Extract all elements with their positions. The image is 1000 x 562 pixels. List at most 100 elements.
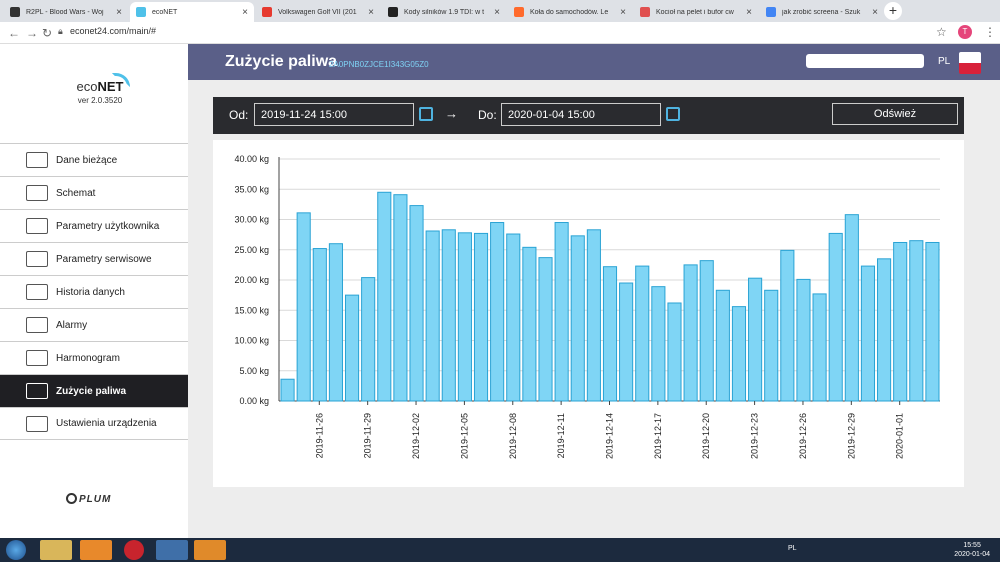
reload-icon[interactable]: ↻ [42,26,52,40]
taskbar-language[interactable]: PL [788,545,797,552]
schema-icon [26,185,48,201]
from-date-input[interactable] [254,103,414,126]
data-bar [280,378,295,402]
data-bar [409,205,424,402]
refresh-button[interactable]: Odśwież [832,103,958,125]
taskbar-clock[interactable]: 15:55 2020-01-04 [954,541,990,559]
tab-favicon-icon [262,7,272,17]
clock-time: 15:55 [963,542,981,549]
data-bar [490,222,505,402]
date-filter-bar: Od: → Do: Odśwież [213,97,964,134]
fuel-usage-chart: 0.00 kg 5.00 kg 10.00 kg 15.00 kg 20.00 kg 25… [213,140,964,487]
to-date-input[interactable] [501,103,661,126]
language-label[interactable]: PL [938,56,950,67]
browser-tab[interactable]: R2PL - Blood Wars - Woj × [4,2,128,22]
x-tick-label: 2019-12-05 [459,413,469,459]
tab-close-icon[interactable]: × [116,7,122,18]
x-tick-label: 2019-12-08 [508,413,518,459]
tab-favicon-icon [10,7,20,17]
data-bar [586,229,601,402]
y-tick-label: 15.00 kg [234,305,269,315]
bookmark-star-icon[interactable]: ☆ [936,25,947,39]
x-tick-label: 2019-12-20 [701,413,711,459]
tab-title: Kody silników 1.9 TDI: w t [404,8,485,16]
tab-title: jak zrobić screena - Szuk [782,8,861,16]
sidebar-item[interactable]: Historia danych [0,275,188,308]
browser-tab[interactable]: Volkswagen Golf VII (201 × [256,2,380,22]
tab-title: ecoNET [152,8,178,16]
data-bar [393,194,408,402]
chrome-icon[interactable] [156,540,188,560]
sidebar-item-label: Dane bieżące [56,154,118,166]
sidebar-item[interactable]: Zużycie paliwa [0,374,188,407]
sidebar-item[interactable]: Dane bieżące [0,143,188,176]
browser-tab[interactable]: Kocioł na pelet i bufor cw × [634,2,758,22]
sidebar-item[interactable]: Parametry serwisowe [0,242,188,275]
browser-tab[interactable]: Koła do samochodów. Le × [508,2,632,22]
sidebar: ecoNET ver 2.0.3520 Dane bieżące Schemat P… [0,44,188,538]
media-icon[interactable] [194,540,226,560]
device-id: 2A0PNB0ZJCE1I343G05Z0 [329,60,429,69]
opera-icon[interactable] [124,540,144,560]
profile-avatar[interactable]: T [958,25,972,39]
data-bar [909,240,924,402]
windows-taskbar: PL 15:55 2020-01-04 [0,538,1000,562]
browser-tab[interactable]: jak zrobić screena - Szuk × [760,2,884,22]
tab-favicon-icon [388,7,398,17]
explorer-icon[interactable] [40,540,72,560]
tab-close-icon[interactable]: × [242,7,248,18]
logo-eco-text: eco [76,79,98,94]
data-bar [538,257,553,402]
tab-close-icon[interactable]: × [872,7,878,18]
data-bar [377,191,392,402]
y-tick-label: 40.00 kg [234,154,269,164]
data-bar [328,243,343,402]
tab-close-icon[interactable]: × [746,7,752,18]
data-bar [296,212,311,402]
data-bar [602,266,618,402]
x-tick-label: 2019-12-23 [750,413,760,459]
plum-logo: PLUM [66,493,111,505]
forward-arrow-icon[interactable]: → [26,26,38,40]
x-tick-label: 2020-01-01 [895,413,905,459]
browser-tab[interactable]: Kody silników 1.9 TDI: w t × [382,2,506,22]
data-bar [506,233,521,402]
back-arrow-icon[interactable]: ← [8,26,20,40]
lock-icon[interactable]: 🔒︎ [58,26,63,37]
data-bar [619,282,634,402]
data-bar [344,294,360,402]
url-field[interactable]: econet24.com/main/# [70,26,156,36]
sidebar-item[interactable]: Schemat [0,176,188,209]
sidebar-item[interactable]: Alarmy [0,308,188,341]
tab-favicon-icon [136,7,146,17]
k-app-icon[interactable] [80,540,112,560]
tab-close-icon[interactable]: × [368,7,374,18]
new-tab-button[interactable]: + [884,2,902,20]
data-bar [748,277,763,402]
alarm-icon [26,317,48,333]
data-bar [731,306,747,402]
sidebar-item-label: Ustawienia urządzenia [56,418,157,429]
from-calendar-icon[interactable] [419,107,433,121]
sidebar-item-label: Parametry użytkownika [56,220,160,232]
tab-close-icon[interactable]: × [494,7,500,18]
to-calendar-icon[interactable] [666,107,680,121]
browser-tab[interactable]: ecoNET × [130,2,254,22]
data-bar [683,264,698,402]
tab-close-icon[interactable]: × [620,7,626,18]
sidebar-item[interactable]: Harmonogram [0,341,188,374]
sidebar-item[interactable]: Ustawienia urządzenia [0,407,188,440]
poland-flag-icon[interactable] [959,52,981,74]
data-bar [667,302,682,402]
browser-menu-icon[interactable]: ⋮ [984,25,996,39]
sidebar-item[interactable]: Parametry użytkownika [0,209,188,242]
data-bar [570,235,585,402]
sidebar-item-label: Schemat [56,187,96,199]
windows-start-icon[interactable] [6,540,26,560]
sidebar-item-label: Parametry serwisowe [56,253,152,265]
x-tick-label: 2019-11-26 [314,413,324,458]
page-title: Zużycie paliwa [225,53,338,70]
sidebar-item-label: Harmonogram [56,352,120,364]
tab-favicon-icon [514,7,524,17]
y-tick-label: 5.00 kg [239,366,269,376]
